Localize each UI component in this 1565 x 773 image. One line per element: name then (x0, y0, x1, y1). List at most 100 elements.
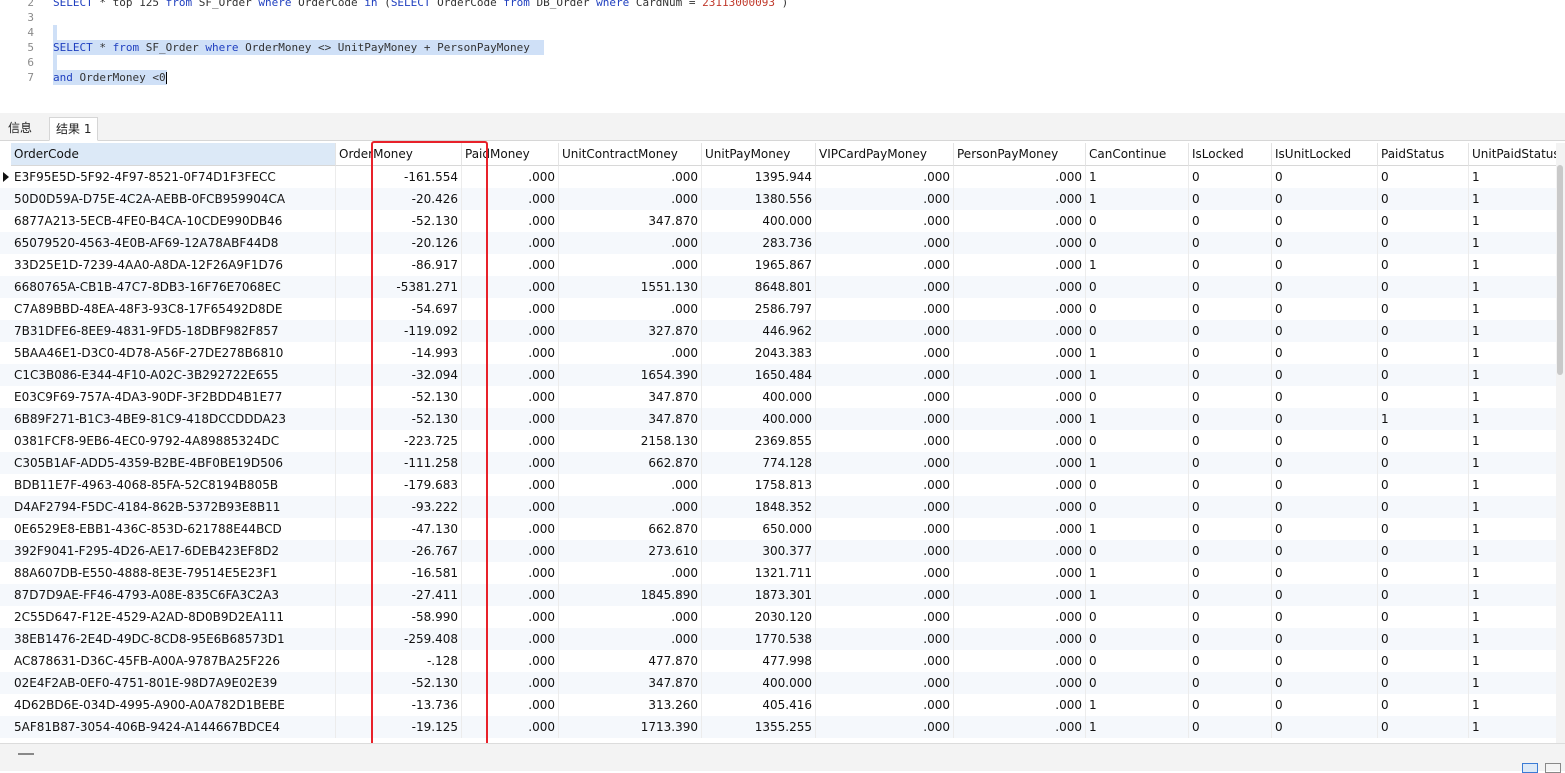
cell-unitpaymoney[interactable]: 2043.383 (702, 342, 816, 364)
cell-vipcardpaymoney[interactable]: .000 (816, 452, 954, 474)
table-row[interactable]: E03C9F69-757A-4DA3-90DF-3F2BDD4B1E77 -52.… (0, 386, 1556, 408)
cell-unitcontractmoney[interactable]: .000 (559, 232, 702, 254)
cell-unitcontractmoney[interactable]: .000 (559, 562, 702, 584)
cell-cancontinue[interactable]: 0 (1086, 628, 1189, 650)
cell-ordercode[interactable]: 2C55D647-F12E-4529-A2AD-8D0B9D2EA111 (11, 606, 336, 628)
text-view-icon[interactable] (1545, 763, 1561, 773)
cell-ordercode[interactable]: 4D62BD6E-034D-4995-A900-A0A782D1BEBE (11, 694, 336, 716)
cell-unitcontractmoney[interactable]: .000 (559, 188, 702, 210)
cell-personpaymoney[interactable]: .000 (954, 430, 1086, 452)
cell-unitcontractmoney[interactable]: 662.870 (559, 518, 702, 540)
cell-vipcardpaymoney[interactable]: .000 (816, 496, 954, 518)
cell-unitpaymoney[interactable]: 2586.797 (702, 298, 816, 320)
cell-unitpaymoney[interactable]: 446.962 (702, 320, 816, 342)
cell-unitcontractmoney[interactable]: .000 (559, 342, 702, 364)
cell-personpaymoney[interactable]: .000 (954, 606, 1086, 628)
cell-unitpaymoney[interactable]: 300.377 (702, 540, 816, 562)
cell-personpaymoney[interactable]: .000 (954, 342, 1086, 364)
cell-vipcardpaymoney[interactable]: .000 (816, 254, 954, 276)
cell-unitcontractmoney[interactable]: 1845.890 (559, 584, 702, 606)
cell-personpaymoney[interactable]: .000 (954, 518, 1086, 540)
cell-ordercode[interactable]: 0E6529E8-EBB1-436C-853D-621788E44BCD (11, 518, 336, 540)
cell-ordermoney[interactable]: -111.258 (336, 452, 462, 474)
cell-cancontinue[interactable]: 0 (1086, 430, 1189, 452)
cell-paidmoney[interactable]: .000 (462, 518, 559, 540)
cell-unitpaymoney[interactable]: 477.998 (702, 650, 816, 672)
table-row[interactable]: 5BAA46E1-D3C0-4D78-A56F-27DE278B6810 -14.… (0, 342, 1556, 364)
cell-isunitlocked[interactable]: 0 (1272, 606, 1378, 628)
cell-unitcontractmoney[interactable]: 1551.130 (559, 276, 702, 298)
code-line[interactable]: 6 (0, 55, 1565, 70)
cell-islocked[interactable]: 0 (1189, 276, 1272, 298)
column-header-unitcontractmoney[interactable]: UnitContractMoney (559, 143, 702, 166)
cell-islocked[interactable]: 0 (1189, 320, 1272, 342)
cell-islocked[interactable]: 0 (1189, 232, 1272, 254)
cell-unitpaymoney[interactable]: 1758.813 (702, 474, 816, 496)
cell-paidstatus[interactable]: 0 (1378, 364, 1469, 386)
cell-paidmoney[interactable]: .000 (462, 210, 559, 232)
table-row[interactable]: BDB11E7F-4963-4068-85FA-52C8194B805B -179… (0, 474, 1556, 496)
cell-unitpaymoney[interactable]: 400.000 (702, 386, 816, 408)
cell-ordercode[interactable]: 392F9041-F295-4D26-AE17-6DEB423EF8D2 (11, 540, 336, 562)
cell-islocked[interactable]: 0 (1189, 430, 1272, 452)
cell-cancontinue[interactable]: 1 (1086, 254, 1189, 276)
cell-vipcardpaymoney[interactable]: .000 (816, 672, 954, 694)
cell-ordercode[interactable]: 02E4F2AB-0EF0-4751-801E-98D7A9E02E39 (11, 672, 336, 694)
cell-unitpaidstatus[interactable]: 1 (1469, 540, 1556, 562)
cell-unitpaidstatus[interactable]: 1 (1469, 188, 1556, 210)
cell-paidmoney[interactable]: .000 (462, 694, 559, 716)
cell-personpaymoney[interactable]: .000 (954, 188, 1086, 210)
cell-isunitlocked[interactable]: 0 (1272, 254, 1378, 276)
cell-unitpaidstatus[interactable]: 1 (1469, 452, 1556, 474)
cell-ordermoney[interactable]: -20.426 (336, 188, 462, 210)
cell-paidstatus[interactable]: 0 (1378, 386, 1469, 408)
cell-ordermoney[interactable]: -259.408 (336, 628, 462, 650)
cell-unitpaymoney[interactable]: 400.000 (702, 672, 816, 694)
cell-unitcontractmoney[interactable]: 347.870 (559, 672, 702, 694)
cell-ordercode[interactable]: C305B1AF-ADD5-4359-B2BE-4BF0BE19D506 (11, 452, 336, 474)
cell-cancontinue[interactable]: 1 (1086, 584, 1189, 606)
cell-unitpaidstatus[interactable]: 1 (1469, 628, 1556, 650)
cell-unitpaidstatus[interactable]: 1 (1469, 672, 1556, 694)
table-row[interactable]: 88A607DB-E550-4888-8E3E-79514E5E23F1 -16.… (0, 562, 1556, 584)
cell-islocked[interactable]: 0 (1189, 166, 1272, 188)
cell-vipcardpaymoney[interactable]: .000 (816, 628, 954, 650)
cell-unitpaymoney[interactable]: 283.736 (702, 232, 816, 254)
cell-isunitlocked[interactable]: 0 (1272, 562, 1378, 584)
cell-islocked[interactable]: 0 (1189, 342, 1272, 364)
table-row[interactable]: 4D62BD6E-034D-4995-A900-A0A782D1BEBE -13.… (0, 694, 1556, 716)
cell-paidstatus[interactable]: 0 (1378, 606, 1469, 628)
cell-unitpaymoney[interactable]: 400.000 (702, 210, 816, 232)
cell-isunitlocked[interactable]: 0 (1272, 166, 1378, 188)
cell-ordermoney[interactable]: -179.683 (336, 474, 462, 496)
cell-cancontinue[interactable]: 0 (1086, 474, 1189, 496)
cell-islocked[interactable]: 0 (1189, 672, 1272, 694)
cell-unitpaidstatus[interactable]: 1 (1469, 716, 1556, 738)
cell-unitpaymoney[interactable]: 405.416 (702, 694, 816, 716)
cell-paidstatus[interactable]: 0 (1378, 474, 1469, 496)
column-header-unitpaidstatus[interactable]: UnitPaidStatus (1469, 143, 1556, 166)
table-row[interactable]: C1C3B086-E344-4F10-A02C-3B292722E655 -32.… (0, 364, 1556, 386)
table-row[interactable]: AC878631-D36C-45FB-A00A-9787BA25F226 -.12… (0, 650, 1556, 672)
cell-islocked[interactable]: 0 (1189, 254, 1272, 276)
table-row[interactable]: 33D25E1D-7239-4AA0-A8DA-12F26A9F1D76 -86.… (0, 254, 1556, 276)
column-header-isunitlocked[interactable]: IsUnitLocked (1272, 143, 1378, 166)
cell-islocked[interactable]: 0 (1189, 496, 1272, 518)
cell-ordercode[interactable]: 50D0D59A-D75E-4C2A-AEBB-0FCB959904CA (11, 188, 336, 210)
cell-vipcardpaymoney[interactable]: .000 (816, 430, 954, 452)
cell-ordercode[interactable]: AC878631-D36C-45FB-A00A-9787BA25F226 (11, 650, 336, 672)
cell-paidmoney[interactable]: .000 (462, 188, 559, 210)
cell-paidmoney[interactable]: .000 (462, 606, 559, 628)
cell-cancontinue[interactable]: 0 (1086, 320, 1189, 342)
cell-vipcardpaymoney[interactable]: .000 (816, 540, 954, 562)
cell-ordercode[interactable]: 6B89F271-B1C3-4BE9-81C9-418DCCDDDA23 (11, 408, 336, 430)
cell-unitcontractmoney[interactable]: 313.260 (559, 694, 702, 716)
cell-cancontinue[interactable]: 0 (1086, 386, 1189, 408)
cell-ordercode[interactable]: 0381FCF8-9EB6-4EC0-9792-4A89885324DC (11, 430, 336, 452)
cell-vipcardpaymoney[interactable]: .000 (816, 320, 954, 342)
cell-ordermoney[interactable]: -5381.271 (336, 276, 462, 298)
cell-unitcontractmoney[interactable]: 347.870 (559, 408, 702, 430)
cell-ordermoney[interactable]: -14.993 (336, 342, 462, 364)
cell-unitpaymoney[interactable]: 1321.711 (702, 562, 816, 584)
cell-cancontinue[interactable]: 0 (1086, 210, 1189, 232)
